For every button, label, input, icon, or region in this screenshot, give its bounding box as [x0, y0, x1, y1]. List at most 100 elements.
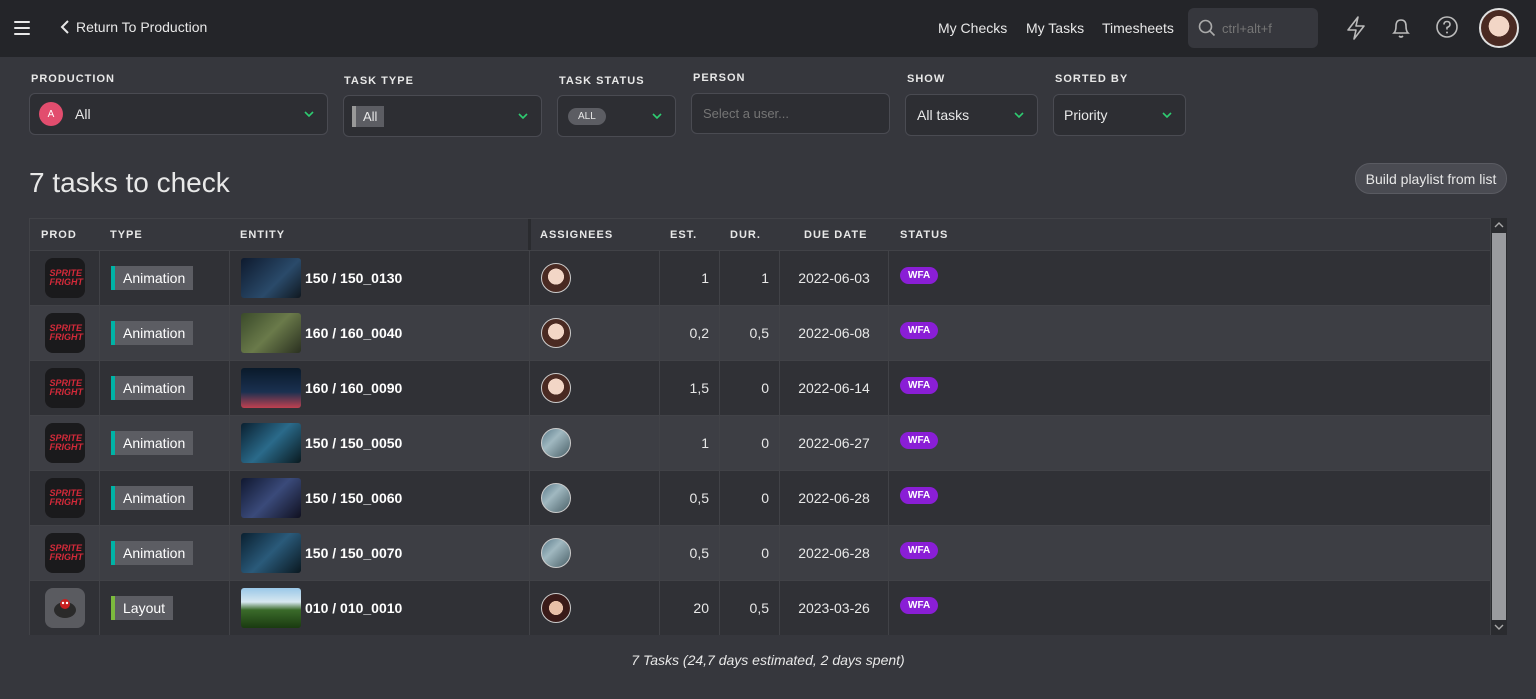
menu-icon[interactable]	[14, 21, 30, 35]
task-type-tag[interactable]: Animation	[111, 321, 194, 345]
top-bar: Return To Production My Checks My Tasks …	[0, 0, 1536, 57]
task-type-tag[interactable]: Animation	[111, 376, 194, 400]
due-date-value: 2022-06-14	[780, 361, 889, 415]
scroll-down-icon[interactable]	[1494, 623, 1504, 631]
status-badge[interactable]: WFA	[900, 597, 939, 614]
table-row[interactable]: SPRITE FRIGHT Animation 160 / 160_0090 1…	[30, 360, 1490, 415]
production-value: All	[75, 106, 91, 122]
task-status-value: ALL	[568, 107, 606, 125]
production-thumbnail[interactable]: SPRITE FRIGHT	[44, 533, 85, 573]
production-thumbnail[interactable]: SPRITE FRIGHT	[44, 258, 85, 298]
bell-icon[interactable]	[1390, 15, 1412, 41]
estimate-value: 20	[660, 581, 720, 635]
assignee-avatar[interactable]	[541, 483, 571, 513]
header-due-date[interactable]: DUE DATE	[804, 219, 867, 250]
nav-my-checks[interactable]: My Checks	[938, 20, 1007, 36]
status-badge[interactable]: WFA	[900, 487, 939, 504]
task-type-tag[interactable]: Layout	[111, 596, 174, 620]
status-badge[interactable]: WFA	[900, 322, 939, 339]
task-type-tag[interactable]: Animation	[111, 541, 194, 565]
production-name: SPRITE FRIGHT	[49, 488, 84, 507]
status-badge[interactable]: WFA	[900, 267, 939, 284]
task-status-select[interactable]: ALL	[557, 95, 676, 137]
status-badge[interactable]: WFA	[900, 542, 939, 559]
entity-thumbnail[interactable]	[241, 423, 301, 463]
search-input[interactable]	[1222, 20, 1312, 36]
task-type-tag[interactable]: Animation	[111, 266, 194, 290]
assignee-avatar[interactable]	[541, 593, 571, 623]
assignee-avatar[interactable]	[541, 428, 571, 458]
show-label: SHOW	[907, 73, 946, 85]
header-entity[interactable]: ENTITY	[240, 219, 285, 250]
entity-thumbnail[interactable]	[241, 478, 301, 518]
production-name: SPRITE FRIGHT	[49, 543, 84, 562]
production-thumbnail[interactable]: SPRITE FRIGHT	[44, 423, 85, 463]
table-row[interactable]: SPRITE FRIGHT Animation 150 / 150_0070 0…	[30, 525, 1490, 580]
entity-thumbnail[interactable]	[241, 258, 301, 298]
table-row[interactable]: SPRITE FRIGHT Animation 150 / 150_0050 1…	[30, 415, 1490, 470]
task-type-select[interactable]: All	[343, 95, 542, 137]
duration-value: 0	[720, 361, 780, 415]
task-status-label: TASK STATUS	[559, 75, 645, 87]
task-type-tag[interactable]: Animation	[111, 486, 194, 510]
table-row[interactable]: SPRITE FRIGHT Animation 150 / 150_0060 0…	[30, 470, 1490, 525]
production-name: SPRITE FRIGHT	[49, 378, 84, 397]
entity-name[interactable]: 150 / 150_0070	[305, 545, 402, 561]
estimate-value: 0,2	[660, 306, 720, 360]
status-badge[interactable]: WFA	[900, 432, 939, 449]
entity-name[interactable]: 160 / 160_0090	[305, 380, 402, 396]
assignee-avatar[interactable]	[541, 538, 571, 568]
search-box[interactable]	[1188, 8, 1318, 48]
user-avatar[interactable]	[1479, 8, 1519, 48]
entity-thumbnail[interactable]	[241, 368, 301, 408]
entity-name[interactable]: 010 / 010_0010	[305, 600, 402, 616]
due-date-value: 2022-06-27	[780, 416, 889, 470]
production-thumbnail[interactable]: SPRITE FRIGHT	[44, 313, 85, 353]
production-thumbnail[interactable]: SPRITE FRIGHT	[44, 478, 85, 518]
scrollbar-thumb[interactable]	[1492, 233, 1506, 620]
assignee-avatar[interactable]	[541, 373, 571, 403]
build-playlist-button[interactable]: Build playlist from list	[1355, 163, 1507, 194]
task-type-value: All	[352, 105, 385, 127]
person-input[interactable]	[703, 106, 873, 121]
entity-name[interactable]: 150 / 150_0130	[305, 270, 402, 286]
person-select[interactable]	[691, 93, 890, 134]
due-date-value: 2022-06-28	[780, 471, 889, 525]
scrollbar[interactable]	[1491, 218, 1507, 635]
header-prod[interactable]: PROD	[41, 219, 77, 250]
entity-name[interactable]: 160 / 160_0040	[305, 325, 402, 341]
task-type-label: TASK TYPE	[344, 75, 414, 87]
production-thumbnail[interactable]	[44, 588, 85, 628]
table-row[interactable]: Layout 010 / 010_0010 20 0,5 2023-03-26 …	[30, 580, 1490, 635]
task-type-tag[interactable]: Animation	[111, 431, 194, 455]
status-badge[interactable]: WFA	[900, 377, 939, 394]
lightning-icon[interactable]	[1345, 15, 1367, 41]
table-row[interactable]: SPRITE FRIGHT Animation 150 / 150_0130 1…	[30, 250, 1490, 305]
entity-name[interactable]: 150 / 150_0050	[305, 435, 402, 451]
estimate-value: 0,5	[660, 526, 720, 580]
production-thumbnail[interactable]: SPRITE FRIGHT	[44, 368, 85, 408]
assignee-avatar[interactable]	[541, 318, 571, 348]
header-status[interactable]: STATUS	[900, 219, 948, 250]
header-dur[interactable]: DUR.	[730, 219, 761, 250]
header-type[interactable]: TYPE	[110, 219, 143, 250]
sorted-by-label: SORTED BY	[1055, 73, 1129, 85]
help-icon[interactable]	[1435, 15, 1459, 41]
nav-timesheets[interactable]: Timesheets	[1102, 20, 1174, 36]
show-select[interactable]: All tasks	[905, 94, 1038, 136]
header-est[interactable]: EST.	[670, 219, 697, 250]
entity-thumbnail[interactable]	[241, 313, 301, 353]
entity-thumbnail[interactable]	[241, 533, 301, 573]
sorted-by-value: Priority	[1064, 107, 1108, 123]
sorted-by-select[interactable]: Priority	[1053, 94, 1186, 136]
nav-my-tasks[interactable]: My Tasks	[1026, 20, 1084, 36]
entity-name[interactable]: 150 / 150_0060	[305, 490, 402, 506]
production-select[interactable]: A All	[29, 93, 328, 135]
entity-thumbnail[interactable]	[241, 588, 301, 628]
header-assignees[interactable]: ASSIGNEES	[540, 219, 613, 250]
scroll-up-icon[interactable]	[1494, 221, 1504, 229]
return-to-production-link[interactable]: Return To Production	[60, 19, 207, 35]
chevron-down-icon	[304, 111, 314, 118]
assignee-avatar[interactable]	[541, 263, 571, 293]
table-row[interactable]: SPRITE FRIGHT Animation 160 / 160_0040 0…	[30, 305, 1490, 360]
